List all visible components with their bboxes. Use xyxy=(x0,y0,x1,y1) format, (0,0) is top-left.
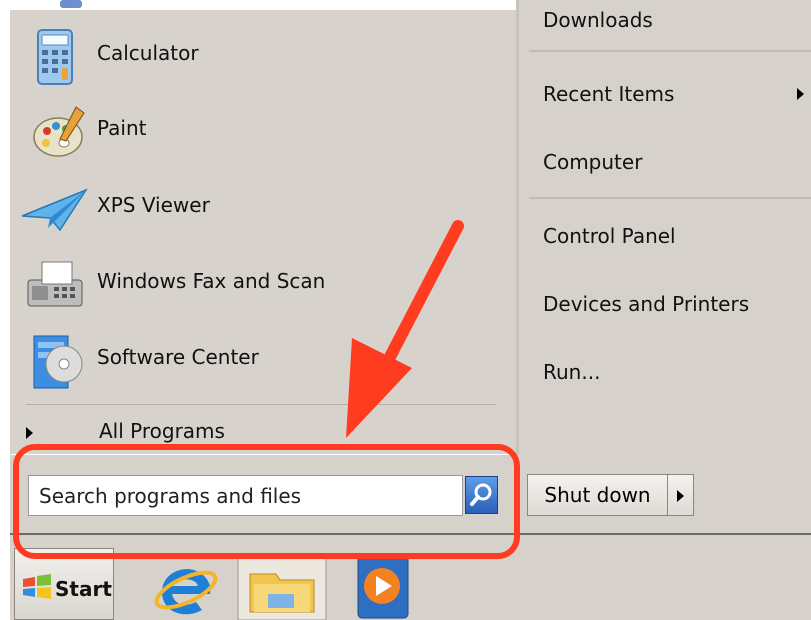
highlight-rectangle xyxy=(13,444,520,559)
place-item-downloads[interactable]: Downloads xyxy=(543,8,803,48)
program-label: Calculator xyxy=(97,41,199,65)
internet-explorer-icon[interactable] xyxy=(150,554,222,620)
program-label: Software Center xyxy=(97,345,259,369)
place-label: Devices and Printers xyxy=(543,292,750,316)
place-item-recent-items[interactable]: Recent Items xyxy=(543,82,804,122)
expand-arrow-icon xyxy=(26,427,33,439)
program-label: XPS Viewer xyxy=(97,193,210,217)
places-separator xyxy=(529,197,811,199)
place-item-run[interactable]: Run... xyxy=(543,360,803,400)
paint-icon xyxy=(33,106,85,157)
places-pane: Downloads Recent Items Computer Control … xyxy=(519,0,811,455)
shut-down-options-button[interactable] xyxy=(668,474,694,516)
program-item-calculator[interactable]: Calculator xyxy=(20,28,420,88)
place-label: Run... xyxy=(543,360,601,384)
all-programs-label: All Programs xyxy=(99,419,225,443)
file-explorer-icon[interactable] xyxy=(236,554,328,620)
program-item-windows-fax-and-scan[interactable]: Windows Fax and Scan xyxy=(20,256,420,316)
places-separator xyxy=(529,50,811,52)
shut-down-button[interactable]: Shut down xyxy=(527,474,668,516)
program-item-xps-viewer[interactable]: XPS Viewer xyxy=(20,180,420,240)
xps-viewer-icon xyxy=(21,188,88,232)
place-label: Computer xyxy=(543,150,643,174)
place-label: Downloads xyxy=(543,8,653,32)
start-label: Start xyxy=(55,577,112,601)
calculator-icon xyxy=(37,29,73,85)
submenu-arrow-icon xyxy=(797,88,804,100)
place-item-computer[interactable]: Computer xyxy=(543,150,803,190)
program-item-paint[interactable]: Paint xyxy=(20,103,420,163)
place-item-devices-and-printers[interactable]: Devices and Printers xyxy=(543,292,803,332)
windows-logo-icon xyxy=(23,574,51,599)
place-item-control-panel[interactable]: Control Panel xyxy=(543,224,803,264)
programs-separator xyxy=(26,404,496,405)
program-label: Windows Fax and Scan xyxy=(97,269,326,293)
software-center-icon xyxy=(33,335,83,389)
place-label: Control Panel xyxy=(543,224,676,248)
program-label: Paint xyxy=(97,116,147,140)
fax-scan-icon xyxy=(27,261,83,307)
media-player-icon[interactable] xyxy=(350,554,416,620)
chevron-right-icon xyxy=(677,490,684,502)
program-item-software-center[interactable]: Software Center xyxy=(20,332,420,392)
place-label: Recent Items xyxy=(543,82,675,106)
partial-program-icon xyxy=(60,0,82,8)
